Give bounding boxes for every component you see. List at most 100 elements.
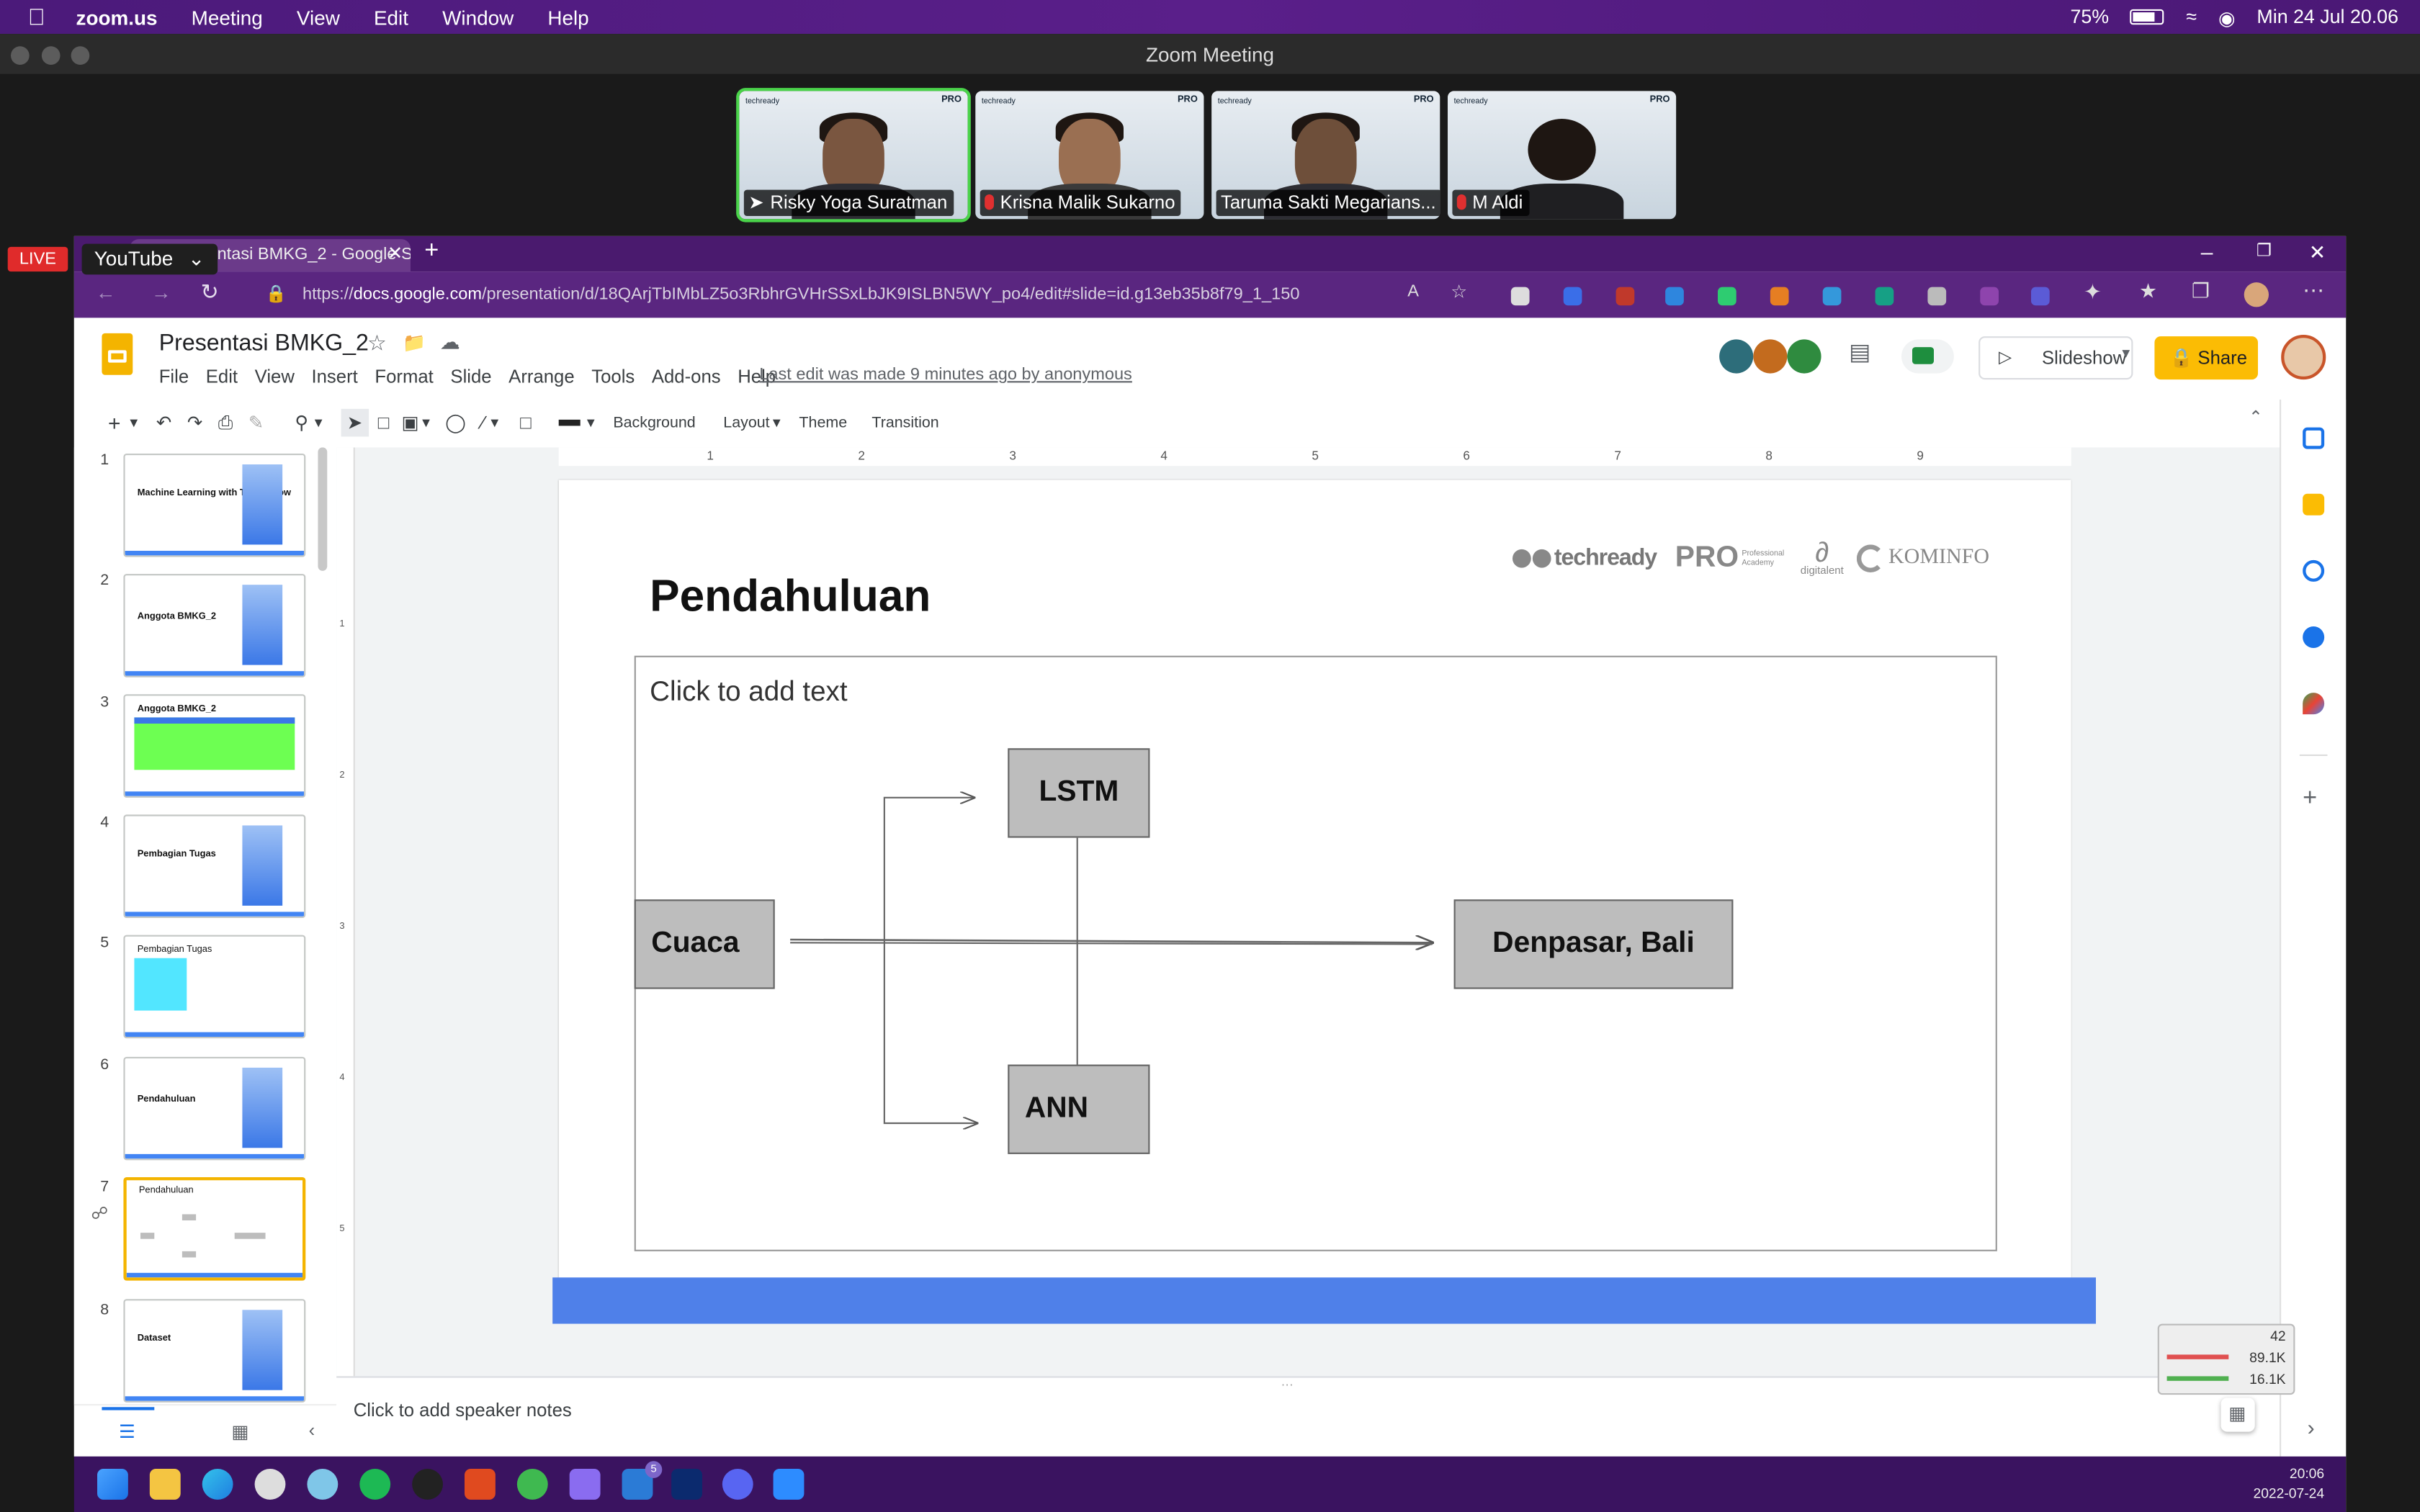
zoom-dropdown-icon[interactable]: ▾ [315, 414, 323, 431]
extension-icon[interactable] [1770, 287, 1789, 306]
slides-logo-icon[interactable] [102, 333, 133, 375]
control-center-icon[interactable]: ◉ [2218, 6, 2235, 29]
office-icon[interactable] [465, 1468, 496, 1500]
slide-thumbnail[interactable]: Pembagian Tugas [123, 814, 306, 918]
menu-insert[interactable]: Insert [311, 366, 357, 387]
maps-icon[interactable] [2303, 693, 2325, 715]
collaborator-avatar[interactable] [1753, 339, 1788, 374]
url-bar[interactable]: 🔒 https://docs.google.com/presentation/d… [247, 279, 1435, 312]
menubar-clock[interactable]: Min 24 Jul 20.06 [2257, 6, 2398, 28]
doc-title[interactable]: Presentasi BMKG_2 [159, 330, 369, 356]
menu-format[interactable]: Format [375, 366, 433, 387]
edge-icon[interactable] [202, 1468, 233, 1500]
menu-edit[interactable]: Edit [374, 6, 408, 29]
filmstrip-view-icon[interactable]: ☰ [119, 1421, 135, 1443]
node-denpasar-bali[interactable]: Denpasar, Bali [1453, 899, 1734, 989]
expand-panel-icon[interactable]: › [2308, 1415, 2315, 1439]
comments-icon[interactable]: ▤ [1849, 338, 1870, 365]
collapse-toolbar-icon[interactable]: ⌃ [2249, 408, 2263, 428]
extension-icon[interactable] [1980, 287, 1999, 306]
extensions-puzzle-icon[interactable]: ✦ [2084, 279, 2102, 305]
background-button[interactable]: Background [613, 414, 695, 431]
menu-view[interactable]: View [297, 6, 340, 29]
minimize-window-button[interactable] [41, 46, 60, 65]
extension-icon[interactable] [1510, 287, 1530, 306]
paint-format-icon[interactable]: ✎ [248, 412, 264, 433]
menu-help[interactable]: Help [547, 6, 588, 29]
share-button[interactable]: 🔒 Share [2154, 336, 2258, 380]
new-tab-icon[interactable]: + [424, 238, 439, 266]
more-menu-icon[interactable]: ⋯ [2303, 278, 2324, 304]
close-window-button[interactable] [11, 46, 30, 65]
slide-thumbnail[interactable]: Machine Learning with TensorFlow [123, 454, 306, 557]
cloud-status-icon[interactable]: ☁ [440, 330, 460, 355]
slide-thumbnail[interactable]: Pembagian Tugas [123, 935, 306, 1039]
layout-button[interactable]: Layout [723, 414, 769, 431]
spotify-icon[interactable] [359, 1468, 391, 1500]
windows-start-icon[interactable] [97, 1468, 128, 1500]
minimize-icon[interactable]: – [2201, 239, 2213, 264]
discord-icon[interactable] [722, 1468, 753, 1500]
collections-icon[interactable]: ❐ [2192, 279, 2210, 304]
menu-slide[interactable]: Slide [450, 366, 491, 387]
profile-avatar[interactable] [2244, 282, 2269, 307]
reload-icon[interactable]: ↻ [201, 279, 219, 305]
battery-icon[interactable] [2130, 9, 2165, 25]
tasks-icon[interactable] [2303, 559, 2325, 582]
slide-thumbnail[interactable]: Pendahuluan [123, 1056, 306, 1161]
extension-icon[interactable] [1615, 287, 1635, 306]
slideshow-options-dropdown[interactable]: ▾ [2122, 346, 2130, 363]
menu-meeting[interactable]: Meeting [192, 6, 263, 29]
border-color-icon[interactable] [559, 419, 581, 426]
read-aloud-icon[interactable]: A [1407, 282, 1419, 301]
border-dropdown-icon[interactable]: ▾ [587, 414, 595, 431]
comment-icon[interactable]: □ [520, 412, 532, 433]
menu-arrange[interactable]: Arrange [508, 366, 575, 387]
layout-dropdown-icon[interactable]: ▾ [773, 414, 781, 431]
favorite-star-icon[interactable]: ☆ [1451, 281, 1467, 302]
line-icon[interactable]: ∕ [482, 412, 485, 433]
collapse-filmstrip-icon[interactable]: ‹ [309, 1419, 315, 1441]
extension-icon[interactable] [1927, 287, 1947, 306]
node-lstm[interactable]: LSTM [1008, 748, 1150, 838]
participant-tile[interactable]: techready PRO Taruma Sakti Megarians... [1211, 91, 1440, 220]
filmstrip-scrollbar[interactable] [318, 447, 328, 571]
contacts-icon[interactable] [2303, 626, 2325, 648]
menu-window[interactable]: Window [442, 6, 514, 29]
close-browser-icon[interactable]: ✕ [2309, 240, 2326, 265]
sync-icon[interactable] [516, 1468, 548, 1500]
move-folder-icon[interactable]: 📁 [403, 332, 426, 354]
extension-icon[interactable] [1718, 287, 1736, 306]
apple-icon[interactable]:  [28, 4, 45, 30]
keep-icon[interactable] [2303, 493, 2325, 516]
participant-tile[interactable]: techready PRO Krisna Malik Sukarno [975, 91, 1204, 220]
select-cursor-icon[interactable]: ➤ [341, 408, 369, 437]
participant-tile[interactable]: techready PRO M Aldi [1447, 91, 1677, 220]
transition-button[interactable]: Transition [871, 414, 938, 431]
menu-view[interactable]: View [255, 366, 295, 387]
grid-view-icon[interactable]: ▦ [231, 1421, 248, 1443]
calendar-icon[interactable] [2303, 427, 2325, 449]
node-ann[interactable]: ANN [1008, 1064, 1150, 1154]
line-dropdown-icon[interactable]: ▾ [490, 414, 498, 431]
extension-icon[interactable] [1822, 287, 1842, 306]
account-avatar[interactable] [2281, 335, 2326, 380]
explore-button[interactable]: ▦ [2220, 1398, 2255, 1432]
extension-icon[interactable] [2031, 287, 2050, 306]
slide-thumbnail[interactable]: Anggota BMKG_2 [123, 694, 306, 798]
live-badge[interactable]: LIVE [7, 246, 68, 272]
arrow-to-ann[interactable] [883, 942, 977, 1123]
zoom-icon[interactable]: ⚲ [295, 412, 308, 433]
undo-icon[interactable]: ↶ [156, 412, 172, 433]
new-slide-icon[interactable]: + [108, 410, 121, 435]
zoom-window-button[interactable] [71, 46, 90, 65]
arrow-to-lstm[interactable] [883, 798, 974, 943]
back-icon[interactable]: ← [96, 281, 116, 304]
chrome-icon[interactable] [254, 1468, 286, 1500]
zoom-icon[interactable] [773, 1468, 805, 1500]
meet-button[interactable] [1901, 339, 1954, 374]
extension-icon[interactable] [1563, 287, 1582, 306]
app-icon[interactable] [307, 1468, 339, 1500]
image-icon[interactable]: ▣ [401, 412, 418, 433]
redo-icon[interactable]: ↷ [187, 412, 203, 433]
